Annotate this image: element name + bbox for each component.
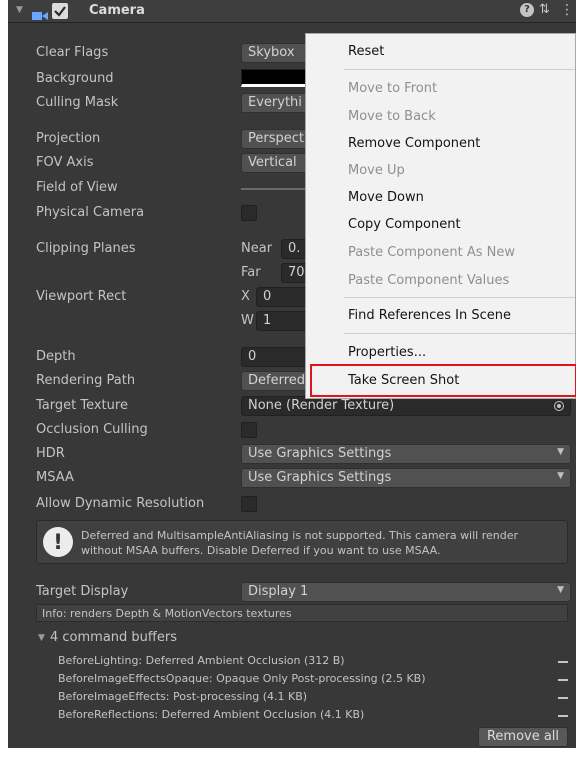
menu-item-reset[interactable]: Reset [348, 44, 384, 59]
dropdown-arrow-icon: ▼ [557, 471, 564, 481]
target-display-dropdown[interactable]: Display 1 ▼ [241, 582, 571, 602]
menu-item-find-references[interactable]: Find References In Scene [348, 308, 511, 323]
msaa-label: MSAA [36, 470, 74, 485]
allow-dynamic-resolution-label: Allow Dynamic Resolution [36, 496, 205, 511]
command-buffer-item: BeforeImageEffects: Post-processing (4.1… [58, 690, 308, 703]
viewport-w-label: W [241, 313, 254, 328]
viewport-x-label: X [241, 289, 250, 304]
take-screen-shot-highlight[interactable]: Take Screen Shot [310, 364, 576, 397]
remove-buffer-icon[interactable] [558, 661, 568, 663]
info-bar: Info: renders Depth & MotionVectors text… [36, 604, 568, 622]
remove-all-button[interactable]: Remove all [478, 727, 568, 747]
warning-text-line1: Deferred and MultisampleAntiAliasing is … [81, 529, 519, 542]
preset-icon[interactable]: ⇅ [539, 2, 550, 17]
menu-item-properties[interactable]: Properties... [348, 345, 426, 360]
remove-buffer-icon[interactable] [558, 697, 568, 699]
warning-icon: ! [43, 527, 73, 557]
allow-dynamic-resolution-checkbox[interactable] [241, 496, 257, 512]
menu-separator [344, 333, 575, 334]
foldout-arrow-icon[interactable]: ▼ [16, 5, 23, 15]
far-label: Far [241, 265, 261, 280]
component-header[interactable]: ▼ Camera ? ⇅ ⋮ [8, 0, 576, 23]
menu-item-move-to-back[interactable]: Move to Back [348, 109, 436, 124]
dropdown-arrow-icon: ▼ [557, 585, 564, 595]
command-buffers-foldout-icon[interactable]: ▼ [38, 633, 45, 643]
menu-item-remove-component[interactable]: Remove Component [348, 136, 480, 151]
menu-item-take-screen-shot[interactable]: Take Screen Shot [348, 373, 459, 388]
command-buffer-item: BeforeLighting: Deferred Ambient Occlusi… [58, 654, 345, 667]
context-menu: Reset Move to Front Move to Back Remove … [305, 33, 576, 399]
msaa-dropdown[interactable]: Use Graphics Settings ▼ [241, 468, 571, 488]
background-label: Background [36, 71, 114, 86]
command-buffer-item: BeforeImageEffectsOpaque: Opaque Only Po… [58, 672, 426, 685]
menu-separator [344, 69, 575, 70]
dropdown-arrow-icon: ▼ [557, 447, 564, 457]
info-text: Info: renders Depth & MotionVectors text… [42, 607, 292, 620]
target-texture-label: Target Texture [36, 398, 128, 413]
kebab-icon[interactable]: ⋮ [560, 2, 574, 18]
physical-camera-checkbox[interactable] [241, 205, 257, 221]
rendering-path-label: Rendering Path [36, 373, 136, 388]
field-of-view-label: Field of View [36, 180, 118, 195]
occlusion-culling-checkbox[interactable] [241, 422, 257, 438]
menu-item-move-up[interactable]: Move Up [348, 163, 405, 178]
menu-item-paste-component-as-new[interactable]: Paste Component As New [348, 245, 515, 260]
physical-camera-label: Physical Camera [36, 205, 145, 220]
command-buffers-header: 4 command buffers [50, 630, 177, 645]
help-icon[interactable]: ? [520, 3, 534, 17]
menu-item-move-down[interactable]: Move Down [348, 190, 424, 205]
target-texture-field[interactable]: None (Render Texture) [241, 396, 571, 416]
depth-label: Depth [36, 349, 76, 364]
target-display-label: Target Display [36, 584, 129, 599]
camera-icon [32, 6, 48, 20]
enabled-checkbox[interactable] [52, 3, 68, 19]
warning-help-box: ! Deferred and MultisampleAntiAliasing i… [36, 520, 568, 564]
warning-text-line2: without MSAA buffers. Disable Deferred i… [81, 544, 441, 557]
clipping-planes-label: Clipping Planes [36, 241, 136, 256]
fov-axis-label: FOV Axis [36, 155, 94, 170]
hdr-dropdown[interactable]: Use Graphics Settings ▼ [241, 444, 571, 464]
viewport-rect-label: Viewport Rect [36, 289, 127, 304]
remove-buffer-icon[interactable] [558, 679, 568, 681]
object-picker-icon[interactable] [554, 401, 564, 411]
remove-all-label: Remove all [486, 729, 560, 744]
component-title: Camera [89, 3, 145, 18]
projection-label: Projection [36, 131, 101, 146]
command-buffer-item: BeforeReflections: Deferred Ambient Occl… [58, 708, 365, 721]
occlusion-culling-label: Occlusion Culling [36, 422, 148, 437]
menu-separator [344, 297, 575, 298]
menu-item-move-to-front[interactable]: Move to Front [348, 81, 437, 96]
remove-buffer-icon[interactable] [558, 715, 568, 717]
menu-item-paste-component-values[interactable]: Paste Component Values [348, 273, 509, 288]
hdr-label: HDR [36, 446, 65, 461]
near-label: Near [241, 241, 273, 256]
clear-flags-label: Clear Flags [36, 45, 109, 60]
menu-item-copy-component[interactable]: Copy Component [348, 217, 461, 232]
culling-mask-label: Culling Mask [36, 95, 119, 110]
